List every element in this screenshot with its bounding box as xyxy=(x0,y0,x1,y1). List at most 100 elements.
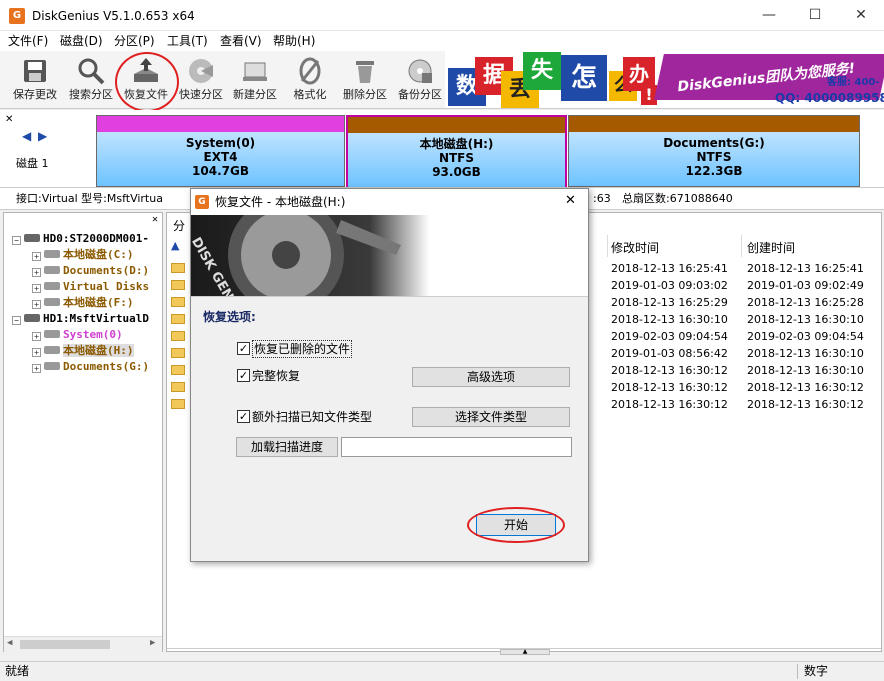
column-header-created[interactable]: 创建时间 xyxy=(747,239,795,256)
volume-icon xyxy=(44,330,60,338)
app-logo-icon: G xyxy=(195,195,209,209)
advanced-options-button[interactable]: 高级选项 xyxy=(412,367,570,387)
expand-icon[interactable]: + xyxy=(32,284,41,293)
volume-icon xyxy=(44,250,60,258)
new-partition-button[interactable]: 新建分区 xyxy=(227,53,283,107)
expand-icon[interactable]: + xyxy=(32,268,41,277)
promo-banner[interactable]: 数 据 丢 失 怎 么 办 ! DiskGenius团队为您服务! 客服: 40… xyxy=(445,51,884,108)
menu-partition[interactable]: 分区(P) xyxy=(114,33,155,49)
tree-node-g[interactable]: + Documents(G:) xyxy=(32,359,149,375)
recover-deleted-label[interactable]: 恢复已删除的文件 xyxy=(252,340,353,358)
menu-disk[interactable]: 磁盘(D) xyxy=(60,33,103,49)
tree-node-hd1[interactable]: − HD1:MsftVirtualD xyxy=(12,311,149,327)
expand-icon[interactable]: + xyxy=(32,348,41,357)
tree-node-hd0[interactable]: − HD0:ST2000DM001- xyxy=(12,231,149,247)
tree-node-h[interactable]: + 本地磁盘(H:) xyxy=(32,343,134,359)
window-title: DiskGenius V5.1.0.653 x64 xyxy=(32,9,195,23)
disk-map: ✕ ◀ ▶ 磁盘 1 System(0) EXT4 104.7GB 本地磁盘(H… xyxy=(0,110,884,188)
collapse-icon[interactable]: − xyxy=(12,316,21,325)
volume-icon xyxy=(44,282,60,290)
scroll-left-icon[interactable]: ◀ xyxy=(7,638,12,648)
tree-node-system[interactable]: + System(0) xyxy=(32,327,123,343)
menu-tools[interactable]: 工具(T) xyxy=(167,33,208,49)
volume-icon xyxy=(44,362,60,370)
partition-color-bar xyxy=(569,116,859,132)
load-scan-progress-button[interactable]: 加载扫描进度 xyxy=(236,437,338,457)
recovery-options-heading: 恢复选项: xyxy=(203,310,256,324)
extra-scan-label[interactable]: 额外扫描已知文件类型 xyxy=(252,409,372,425)
expand-icon[interactable]: + xyxy=(32,332,41,341)
close-disk-view-icon[interactable]: ✕ xyxy=(5,114,13,125)
save-icon xyxy=(20,56,50,86)
format-button[interactable]: 格式化 xyxy=(282,53,338,107)
folder-icon xyxy=(171,331,185,341)
column-header-modified[interactable]: 修改时间 xyxy=(611,239,659,256)
scroll-thumb[interactable] xyxy=(20,640,110,649)
tree-node-d[interactable]: + Documents(D:) xyxy=(32,263,149,279)
select-file-types-button[interactable]: 选择文件类型 xyxy=(412,407,570,427)
dialog-title-bar: G 恢复文件 - 本地磁盘(H:) ✕ xyxy=(191,189,588,215)
folder-icon xyxy=(171,365,185,375)
tab-partition-params[interactable]: 分 xyxy=(173,217,185,234)
recover-deleted-checkbox[interactable]: ✓ xyxy=(237,342,250,355)
hard-drive-illustration xyxy=(191,215,588,296)
menu-file[interactable]: 文件(F) xyxy=(8,33,48,49)
folder-icon xyxy=(171,314,185,324)
disk-heads-info: :63 xyxy=(593,192,611,205)
volume-icon xyxy=(44,298,60,306)
title-bar: G DiskGenius V5.1.0.653 x64 — ☐ ✕ xyxy=(0,0,884,31)
delete-partition-button[interactable]: 删除分区 xyxy=(337,53,393,107)
folder-icon xyxy=(171,263,185,273)
partition-system[interactable]: System(0) EXT4 104.7GB xyxy=(96,115,345,187)
tree-horizontal-scrollbar[interactable]: ◀ ▶ xyxy=(4,636,162,652)
hard-disk-icon xyxy=(24,314,40,322)
menu-help[interactable]: 帮助(H) xyxy=(273,33,315,49)
folder-icon xyxy=(171,348,185,358)
backup-icon xyxy=(405,56,435,86)
volume-icon xyxy=(44,266,60,274)
partition-color-bar xyxy=(348,117,565,133)
disk-tree: ✕ − HD0:ST2000DM001- + 本地磁盘(C:) + Documents… xyxy=(3,212,163,652)
close-button[interactable]: ✕ xyxy=(838,0,884,31)
tree-node-virtual[interactable]: + Virtual Disks xyxy=(32,279,149,295)
app-logo-icon: G xyxy=(9,8,25,24)
dialog-header-graphic: DISK GENIUS xyxy=(191,215,588,297)
menu-view[interactable]: 查看(V) xyxy=(220,33,262,49)
total-sectors-info: 总扇区数:671088640 xyxy=(622,192,733,205)
full-recovery-label[interactable]: 完整恢复 xyxy=(252,368,300,384)
scan-progress-path-field[interactable] xyxy=(341,437,572,457)
new-partition-icon xyxy=(240,56,270,86)
banner-qq: QQ: 4000089958 xyxy=(775,91,884,105)
search-partition-button[interactable]: 搜索分区 xyxy=(63,53,119,107)
folder-icon xyxy=(171,382,185,392)
next-disk-arrow-icon[interactable]: ▶ xyxy=(38,129,47,143)
expand-icon[interactable]: + xyxy=(32,364,41,373)
recover-files-dialog: G 恢复文件 - 本地磁盘(H:) ✕ DISK GENIUS 恢复选项: ✓ … xyxy=(190,188,589,562)
dialog-title: 恢复文件 - 本地磁盘(H:) xyxy=(215,195,346,209)
minimize-button[interactable]: — xyxy=(746,0,792,31)
folder-icon xyxy=(171,297,185,307)
prev-disk-arrow-icon[interactable]: ◀ xyxy=(22,129,31,143)
backup-partition-button[interactable]: 备份分区 xyxy=(392,53,448,107)
banner-char: 失 xyxy=(523,52,561,90)
up-folder-icon[interactable]: ▲ xyxy=(171,239,179,252)
tree-node-c[interactable]: + 本地磁盘(C:) xyxy=(32,247,134,263)
tree-node-f[interactable]: + 本地磁盘(F:) xyxy=(32,295,134,311)
maximize-button[interactable]: ☐ xyxy=(792,0,838,31)
collapse-icon[interactable]: − xyxy=(12,236,21,245)
dialog-close-button[interactable]: ✕ xyxy=(565,193,576,208)
save-changes-button[interactable]: 保存更改 xyxy=(7,53,63,107)
status-text: 就绪 xyxy=(5,664,30,678)
delete-icon xyxy=(350,56,380,86)
extra-scan-checkbox[interactable]: ✓ xyxy=(237,410,250,423)
partition-documents-g[interactable]: Documents(G:) NTFS 122.3GB xyxy=(568,115,860,187)
full-recovery-checkbox[interactable]: ✓ xyxy=(237,369,250,382)
quick-partition-button[interactable]: 快速分区 xyxy=(173,53,229,107)
splitter-handle[interactable]: ▲ xyxy=(500,649,550,655)
scroll-right-icon[interactable]: ▶ xyxy=(150,638,155,648)
expand-icon[interactable]: + xyxy=(32,252,41,261)
partition-local-h[interactable]: 本地磁盘(H:) NTFS 93.0GB xyxy=(346,115,567,187)
close-tree-icon[interactable]: ✕ xyxy=(152,214,158,225)
expand-icon[interactable]: + xyxy=(32,300,41,309)
highlight-circle xyxy=(115,52,179,112)
